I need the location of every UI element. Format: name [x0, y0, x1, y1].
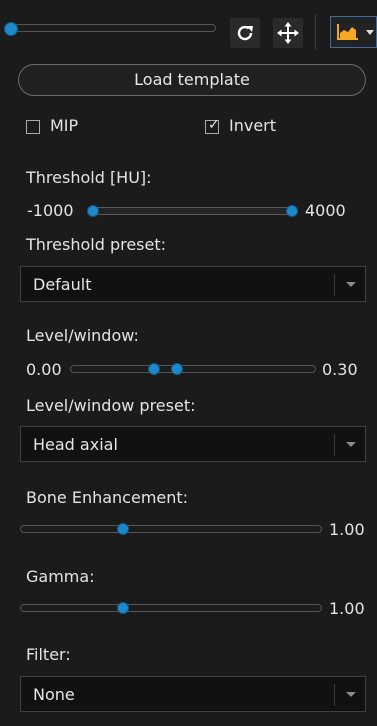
filter-value: None — [33, 685, 75, 704]
filter-label: Filter: — [26, 645, 71, 664]
threshold-preset-label: Threshold preset: — [26, 235, 167, 254]
bone-enhancement-slider-track[interactable] — [20, 525, 322, 533]
histogram-dropdown-button[interactable] — [330, 16, 377, 48]
check-icon: ✓ — [208, 117, 220, 133]
level-window-preset-value: Head axial — [33, 435, 118, 454]
select-divider — [334, 684, 335, 706]
move-button[interactable] — [273, 18, 303, 48]
threshold-min-value: -1000 — [27, 201, 74, 220]
level-window-slider-track[interactable] — [70, 365, 316, 373]
chevron-down-icon — [346, 442, 356, 447]
toolbar-divider — [315, 14, 316, 50]
mip-checkbox[interactable] — [26, 120, 40, 134]
level-window-preset-label: Level/window preset: — [26, 396, 196, 415]
threshold-slider-track[interactable] — [90, 207, 293, 215]
level-window-low-handle[interactable] — [148, 363, 160, 375]
chevron-down-icon — [366, 30, 374, 35]
threshold-label: Threshold [HU]: — [26, 168, 152, 187]
load-template-button[interactable]: Load template — [18, 64, 366, 96]
threshold-max-handle[interactable] — [286, 205, 298, 217]
select-divider — [334, 434, 335, 456]
gamma-slider-track[interactable] — [20, 604, 322, 612]
level-window-high-handle[interactable] — [171, 363, 183, 375]
invert-checkbox[interactable]: ✓ — [205, 117, 220, 134]
gamma-value: 1.00 — [329, 599, 365, 618]
invert-label: Invert — [229, 116, 277, 135]
threshold-max-value: 4000 — [305, 201, 346, 220]
bone-enhancement-slider-handle[interactable] — [117, 523, 129, 535]
chevron-down-icon — [346, 282, 356, 287]
threshold-preset-value: Default — [33, 275, 92, 294]
threshold-preset-select[interactable]: Default — [20, 266, 366, 302]
gamma-slider-handle[interactable] — [117, 602, 129, 614]
mip-label: MIP — [50, 116, 79, 135]
level-window-label: Level/window: — [26, 326, 139, 345]
level-window-min-value: 0.00 — [26, 360, 62, 379]
histogram-icon — [337, 24, 358, 40]
top-slider-track[interactable] — [8, 24, 216, 32]
bone-enhancement-value: 1.00 — [329, 520, 365, 539]
level-window-max-value: 0.30 — [322, 360, 358, 379]
rotate-button[interactable] — [230, 18, 260, 48]
filter-select[interactable]: None — [20, 676, 366, 712]
move-icon — [277, 22, 299, 44]
chevron-down-icon — [346, 692, 356, 697]
select-divider — [334, 274, 335, 296]
level-window-preset-select[interactable]: Head axial — [20, 426, 366, 462]
bone-enhancement-label: Bone Enhancement: — [26, 488, 189, 507]
gamma-label: Gamma: — [26, 567, 95, 586]
top-slider-knob[interactable] — [4, 22, 18, 36]
rotate-icon — [237, 25, 253, 41]
threshold-min-handle[interactable] — [87, 205, 99, 217]
